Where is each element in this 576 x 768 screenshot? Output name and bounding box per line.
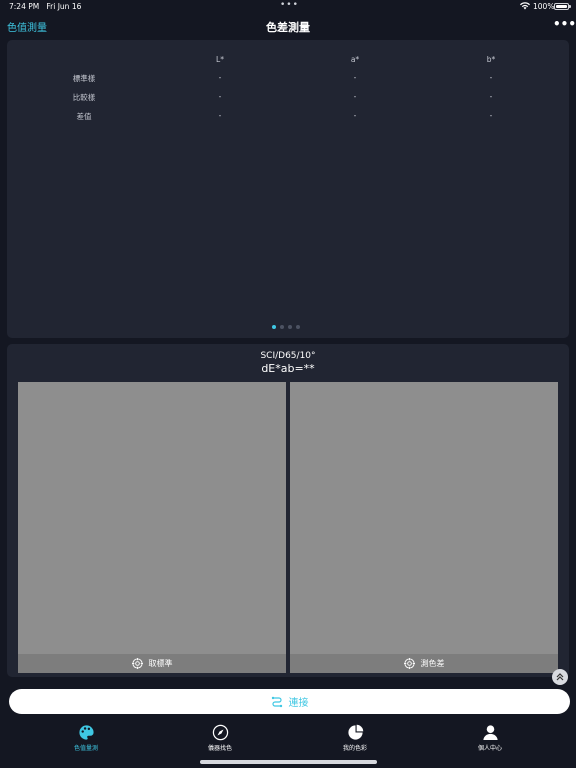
standard-b-value: -	[489, 73, 493, 82]
status-bar: 7:24 PM Fri Jun 16 ••• 100%	[0, 0, 576, 14]
battery-percent: 100%	[533, 2, 555, 11]
row-label-sample: 比較樣	[72, 93, 96, 102]
scroll-to-top-button[interactable]	[552, 669, 568, 685]
standard-a-value: -	[353, 73, 357, 82]
tab-label: 儀器找色	[207, 745, 232, 752]
sample-a-value: -	[353, 92, 357, 101]
wifi-icon	[520, 2, 530, 10]
person-icon	[482, 725, 498, 741]
battery-icon	[554, 3, 571, 10]
page-title: 色差測量	[266, 21, 310, 34]
tab-instrument-find-color[interactable]: 儀器找色	[180, 724, 260, 752]
difference-a-value: -	[353, 111, 357, 120]
row-label-standard: 標準樣	[72, 74, 96, 83]
measure-difference-label: 測色差	[420, 659, 445, 668]
multitasking-dots[interactable]: •••	[280, 0, 299, 10]
sample-l-value: -	[218, 92, 222, 101]
connect-button[interactable]: 連接	[9, 689, 570, 714]
difference-l-value: -	[218, 111, 222, 120]
more-options-button[interactable]: •••	[553, 17, 576, 31]
palette-icon	[78, 725, 94, 740]
page-dot[interactable]	[288, 325, 292, 329]
header-b: b*	[486, 55, 496, 64]
crosshair-icon	[131, 658, 143, 669]
page-dot[interactable]	[272, 325, 276, 329]
measurement-card: SCI/D65/10° dE*ab=** 取標準 測色差	[7, 344, 569, 677]
tab-label: 色值量測	[73, 745, 98, 752]
crosshair-icon	[403, 658, 415, 669]
sample-color-swatch: 測色差	[290, 382, 558, 673]
compass-icon	[212, 724, 228, 741]
page-indicator[interactable]	[272, 325, 300, 329]
sample-b-value: -	[489, 92, 493, 101]
delta-e-value: dE*ab=**	[261, 362, 315, 375]
standard-color-swatch: 取標準	[18, 382, 286, 673]
connect-label: 連接	[288, 698, 309, 709]
measure-difference-button[interactable]: 測色差	[290, 654, 558, 673]
tab-color-measure[interactable]: 色值量測	[46, 724, 126, 752]
tab-my-colors[interactable]: 我的色彩	[315, 724, 395, 752]
home-indicator[interactable]	[200, 760, 377, 764]
take-standard-label: 取標準	[148, 659, 173, 668]
lab-values-card[interactable]: L* a* b* 標準樣 - - - 比較樣 - - - 差值 - - -	[7, 40, 569, 338]
tab-label: 我的色彩	[342, 745, 367, 752]
pie-chart-icon	[347, 724, 363, 740]
measurement-condition: SCI/D65/10°	[260, 351, 316, 361]
header-a: a*	[350, 55, 360, 64]
tab-label: 個人中心	[477, 745, 502, 752]
take-standard-button[interactable]: 取標準	[18, 654, 286, 673]
bluetooth-link-icon	[271, 696, 282, 707]
status-time: 7:24 PM Fri Jun 16	[9, 2, 82, 11]
page-dot[interactable]	[280, 325, 284, 329]
double-chevron-up-icon	[556, 673, 564, 681]
row-label-difference: 差值	[76, 112, 92, 121]
page-dot[interactable]	[296, 325, 300, 329]
standard-l-value: -	[218, 73, 222, 82]
difference-b-value: -	[489, 111, 493, 120]
header-l: L*	[216, 55, 224, 64]
tab-personal-center[interactable]: 個人中心	[450, 724, 530, 752]
